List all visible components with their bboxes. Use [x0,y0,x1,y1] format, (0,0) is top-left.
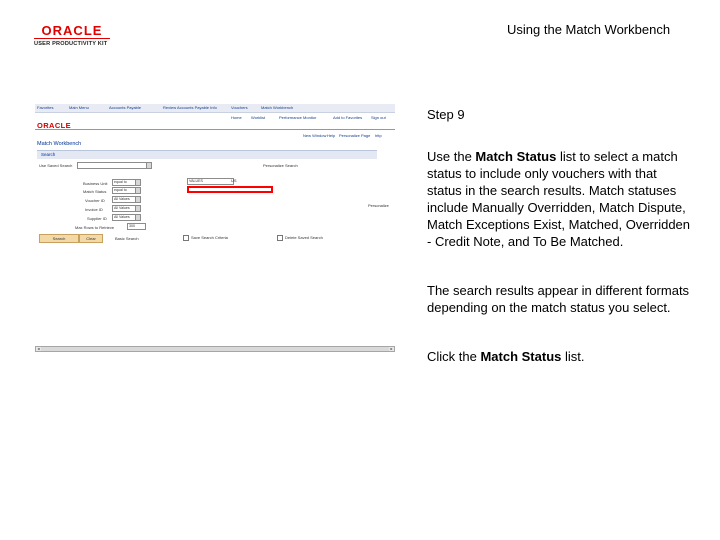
supplier-id-operator[interactable]: All Values [112,214,141,221]
save-search-checkbox[interactable]: Save Search Criteria [183,235,228,241]
match-status-label: Match Status [83,189,107,194]
match-status-emphasis: Match Status [475,149,557,164]
business-unit-input[interactable]: VALUES [187,178,234,185]
document-title: Using the Match Workbench [507,22,671,37]
link-help[interactable]: Help [327,133,335,138]
link-new-window[interactable]: New Window [303,133,326,138]
horizontal-scrollbar[interactable]: ◂ ▸ [35,346,395,352]
logo-product: USER PRODUCTIVITY KIT [34,41,108,47]
business-unit-label: Business Unit [83,181,108,186]
supplier-id-label: Supplier ID [87,216,107,221]
invoice-id-label: Invoice ID [85,207,103,212]
oracle-upk-logo: ORACLE USER PRODUCTIVITY KIT [34,24,124,47]
menu-sign-out[interactable]: Sign out [371,115,386,120]
chevron-down-icon [135,188,140,193]
voucher-id-operator[interactable]: All Values [112,196,141,203]
instruction-paragraph-1: Use the Match Status list to select a ma… [427,149,691,249]
application-screenshot: Favorites Main Menu Accounts Payable Rev… [35,104,395,357]
chevron-down-icon [135,215,140,220]
link-personalize-page[interactable]: Personalize Page [339,133,370,138]
scroll-right-icon[interactable]: ▸ [389,347,394,351]
page-title: Match Workbench [37,141,82,147]
instruction-paragraph-2: The search results appear in different f… [427,283,690,315]
basic-search-link[interactable]: Basic Search [115,236,139,241]
chevron-down-icon [146,163,151,168]
invoice-id-operator[interactable]: All Values [112,205,141,212]
personalize-search-link[interactable]: Personalize Search [263,163,298,168]
search-section-label: Search [41,152,56,157]
business-unit-suffix: US [231,178,237,183]
menu-worklist[interactable]: Worklist [251,115,265,120]
menu-home[interactable]: Home [231,115,242,120]
header-divider [35,129,395,130]
chevron-down-icon [135,197,140,202]
breadcrumb-vouchers[interactable]: Vouchers [231,105,248,110]
scroll-left-icon[interactable]: ◂ [36,347,41,351]
max-rows-label: Max Rows to Retrieve [75,225,115,230]
breadcrumb-review-ap-info[interactable]: Review Accounts Payable Info [163,105,217,110]
search-button[interactable]: Search [39,234,79,243]
match-status-emphasis: Match Status [480,349,562,364]
saved-search-select[interactable] [77,162,152,169]
menu-add-favorites[interactable]: Add to Favorites [333,115,362,120]
match-status-list-highlight[interactable] [187,186,273,193]
saved-search-label: Use Saved Search [39,163,73,168]
search-section-header[interactable]: Search [37,150,377,159]
step-heading: Step 9 [427,107,465,122]
delete-saved-search-checkbox[interactable]: Delete Saved Search [277,235,323,241]
breadcrumb-bar: Favorites Main Menu Accounts Payable Rev… [35,104,395,113]
chevron-down-icon [135,206,140,211]
menu-performance-monitor[interactable]: Performance Monitor [279,115,316,120]
clear-button[interactable]: Clear [79,234,103,243]
logo-rule [34,38,110,39]
breadcrumb-accounts-payable[interactable]: Accounts Payable [109,105,141,110]
chevron-down-icon [135,180,140,185]
breadcrumb-main-menu[interactable]: Main Menu [69,105,89,110]
breadcrumb-match-workbench[interactable]: Match Workbench [261,105,293,110]
breadcrumb-favorites[interactable]: Favorites [37,105,53,110]
max-rows-input[interactable]: 300 [127,223,146,230]
match-status-operator[interactable]: equal to [112,187,141,194]
logo-brand: ORACLE [41,23,103,38]
link-http[interactable]: http [375,133,382,138]
instruction-paragraph-3: Click the Match Status list. [427,349,585,364]
business-unit-operator[interactable]: equal to [112,179,141,186]
personalize-link[interactable]: Personalize [368,203,389,208]
voucher-id-label: Voucher ID [85,198,105,203]
